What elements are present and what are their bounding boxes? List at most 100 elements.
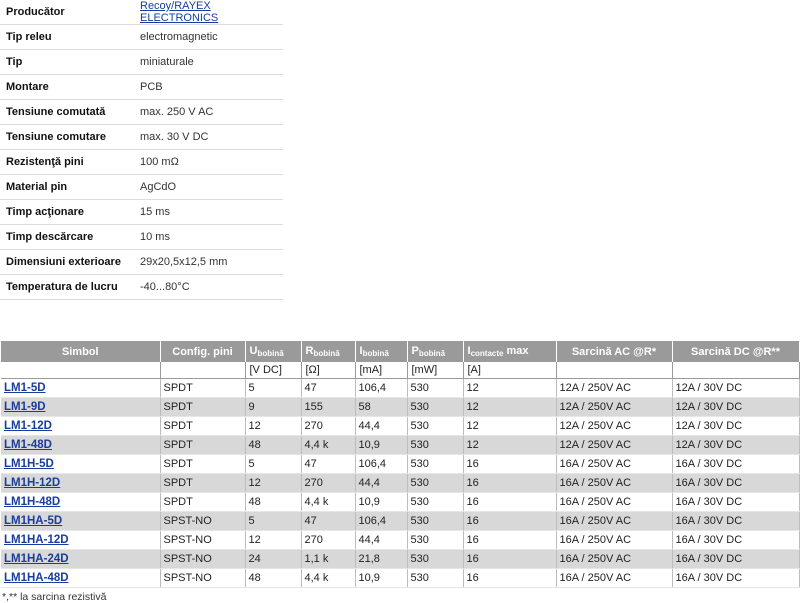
product-link[interactable]: LM1HA-12D [4,534,69,546]
coil-current-cell: 10,9 [355,492,408,512]
spec-label: Dimensiuni exterioare [0,249,134,275]
spec-value: max. 250 V AC [134,99,283,125]
coil-power-cell: 530 [407,492,464,512]
table-row: LM1-9D SPDT 9 155 58 530 12 12A / 250V AC 12A / … [1,397,800,417]
symbol-cell: LM1H-48D [1,492,161,512]
coil-resistance-cell: 47 [301,378,356,398]
unit-blank [1,362,161,379]
spec-row: Material pin AgCdO [0,174,283,200]
coil-resistance-cell: 47 [301,511,356,531]
symbol-cell: LM1-5D [1,378,161,398]
col-dc-load: Sarcină DC @R** [672,341,800,362]
spec-label: Tensiune comutare [0,124,134,150]
dc-load-cell: 16A / 30V DC [672,511,800,531]
coil-voltage-cell: 48 [245,568,302,588]
config-cell: SPST-NO [160,530,246,550]
coil-voltage-cell: 48 [245,435,302,455]
product-link[interactable]: LM1HA-5D [4,515,62,527]
ac-load-cell: 16A / 250V AC [556,492,673,512]
dc-load-cell: 16A / 30V DC [672,454,800,474]
table-header-row: Simbol Config. pini Ubobină Rbobină Ibob… [1,341,800,362]
table-row: LM1HA-5D SPST-NO 5 47 106,4 530 16 16A / 250V A… [1,511,800,531]
coil-voltage-cell: 5 [245,378,302,398]
coil-resistance-cell: 4,4 k [301,492,356,512]
config-cell: SPST-NO [160,568,246,588]
product-link[interactable]: LM1-5D [4,382,46,394]
spec-row: Timp acţionare 15 ms [0,199,283,225]
manufacturer-link[interactable]: Recoy/RAYEX ELECTRONICS [140,0,218,24]
ac-load-cell: 12A / 250V AC [556,397,673,417]
coil-current-cell: 21,8 [355,549,408,569]
ac-load-cell: 16A / 250V AC [556,568,673,588]
contact-current-cell: 16 [463,454,557,474]
spec-label: Tensiune comutată [0,99,134,125]
dc-load-cell: 16A / 30V DC [672,492,800,512]
table-row: LM1HA-12D SPST-NO 12 270 44,4 530 16 16A / 250V… [1,530,800,550]
dc-load-cell: 16A / 30V DC [672,530,800,550]
coil-power-cell: 530 [407,473,464,493]
table-row: LM1H-48D SPDT 48 4,4 k 10,9 530 16 16A / 250V A… [1,492,800,512]
product-link[interactable]: LM1H-12D [4,477,60,489]
ac-load-cell: 16A / 250V AC [556,530,673,550]
unit-blank [556,362,673,379]
config-cell: SPDT [160,416,246,436]
footnote: *,** la sarcina rezistivă [2,591,107,603]
contact-current-cell: 16 [463,530,557,550]
spec-value: max. 30 V DC [134,124,283,150]
spec-row: Dimensiuni exterioare 29x20,5x12,5 mm [0,249,283,275]
contact-current-cell: 16 [463,492,557,512]
unit-blank [160,362,246,379]
table-row: LM1-12D SPDT 12 270 44,4 530 12 12A / 250V AC 12… [1,416,800,436]
unit-power: [mW] [407,362,464,379]
ac-load-cell: 16A / 250V AC [556,511,673,531]
unit-resistance: [Ω] [301,362,356,379]
symbol-cell: LM1HA-24D [1,549,161,569]
spec-label: Producător [0,0,134,25]
product-link[interactable]: LM1H-48D [4,496,60,508]
contact-current-cell: 12 [463,416,557,436]
specifications-table: Producător Recoy/RAYEX ELECTRONICS Tip rel… [0,0,283,300]
coil-power-cell: 530 [407,511,464,531]
coil-resistance-cell: 270 [301,530,356,550]
contact-current-cell: 12 [463,435,557,455]
product-link[interactable]: LM1H-5D [4,458,54,470]
coil-voltage-cell: 12 [245,416,302,436]
dc-load-cell: 16A / 30V DC [672,473,800,493]
coil-resistance-cell: 47 [301,454,356,474]
col-config: Config. pini [160,341,246,362]
product-link[interactable]: LM1-9D [4,401,46,413]
unit-current: [mA] [355,362,408,379]
ac-load-cell: 16A / 250V AC [556,454,673,474]
symbol-cell: LM1H-12D [1,473,161,493]
dc-load-cell: 16A / 30V DC [672,568,800,588]
spec-row: Montare PCB [0,74,283,100]
coil-resistance-cell: 155 [301,397,356,417]
coil-voltage-cell: 9 [245,397,302,417]
coil-voltage-cell: 5 [245,454,302,474]
coil-current-cell: 44,4 [355,416,408,436]
coil-resistance-cell: 1,1 k [301,549,356,569]
coil-power-cell: 530 [407,454,464,474]
contact-current-cell: 16 [463,549,557,569]
product-link[interactable]: LM1HA-48D [4,572,69,584]
ac-load-cell: 16A / 250V AC [556,473,673,493]
units-row: [V DC] [Ω] [mA] [mW] [A] [1,362,800,379]
spec-value: 29x20,5x12,5 mm [134,249,283,275]
spec-label: Material pin [0,174,134,200]
spec-value: 10 ms [134,224,283,250]
coil-current-cell: 44,4 [355,530,408,550]
product-link[interactable]: LM1HA-24D [4,553,69,565]
symbol-cell: LM1HA-48D [1,568,161,588]
table-row: LM1HA-24D SPST-NO 24 1,1 k 21,8 530 16 16A / 25… [1,549,800,569]
config-cell: SPDT [160,492,246,512]
product-link[interactable]: LM1-48D [4,439,52,451]
coil-power-cell: 530 [407,397,464,417]
coil-resistance-cell: 270 [301,473,356,493]
symbol-cell: LM1-48D [1,435,161,455]
coil-power-cell: 530 [407,416,464,436]
config-cell: SPDT [160,435,246,455]
product-link[interactable]: LM1-12D [4,420,52,432]
symbol-cell: LM1-9D [1,397,161,417]
spec-row: Rezistenţă pini 100 mΩ [0,149,283,175]
relay-models-table: Simbol Config. pini Ubobină Rbobină Ibob… [1,341,800,588]
